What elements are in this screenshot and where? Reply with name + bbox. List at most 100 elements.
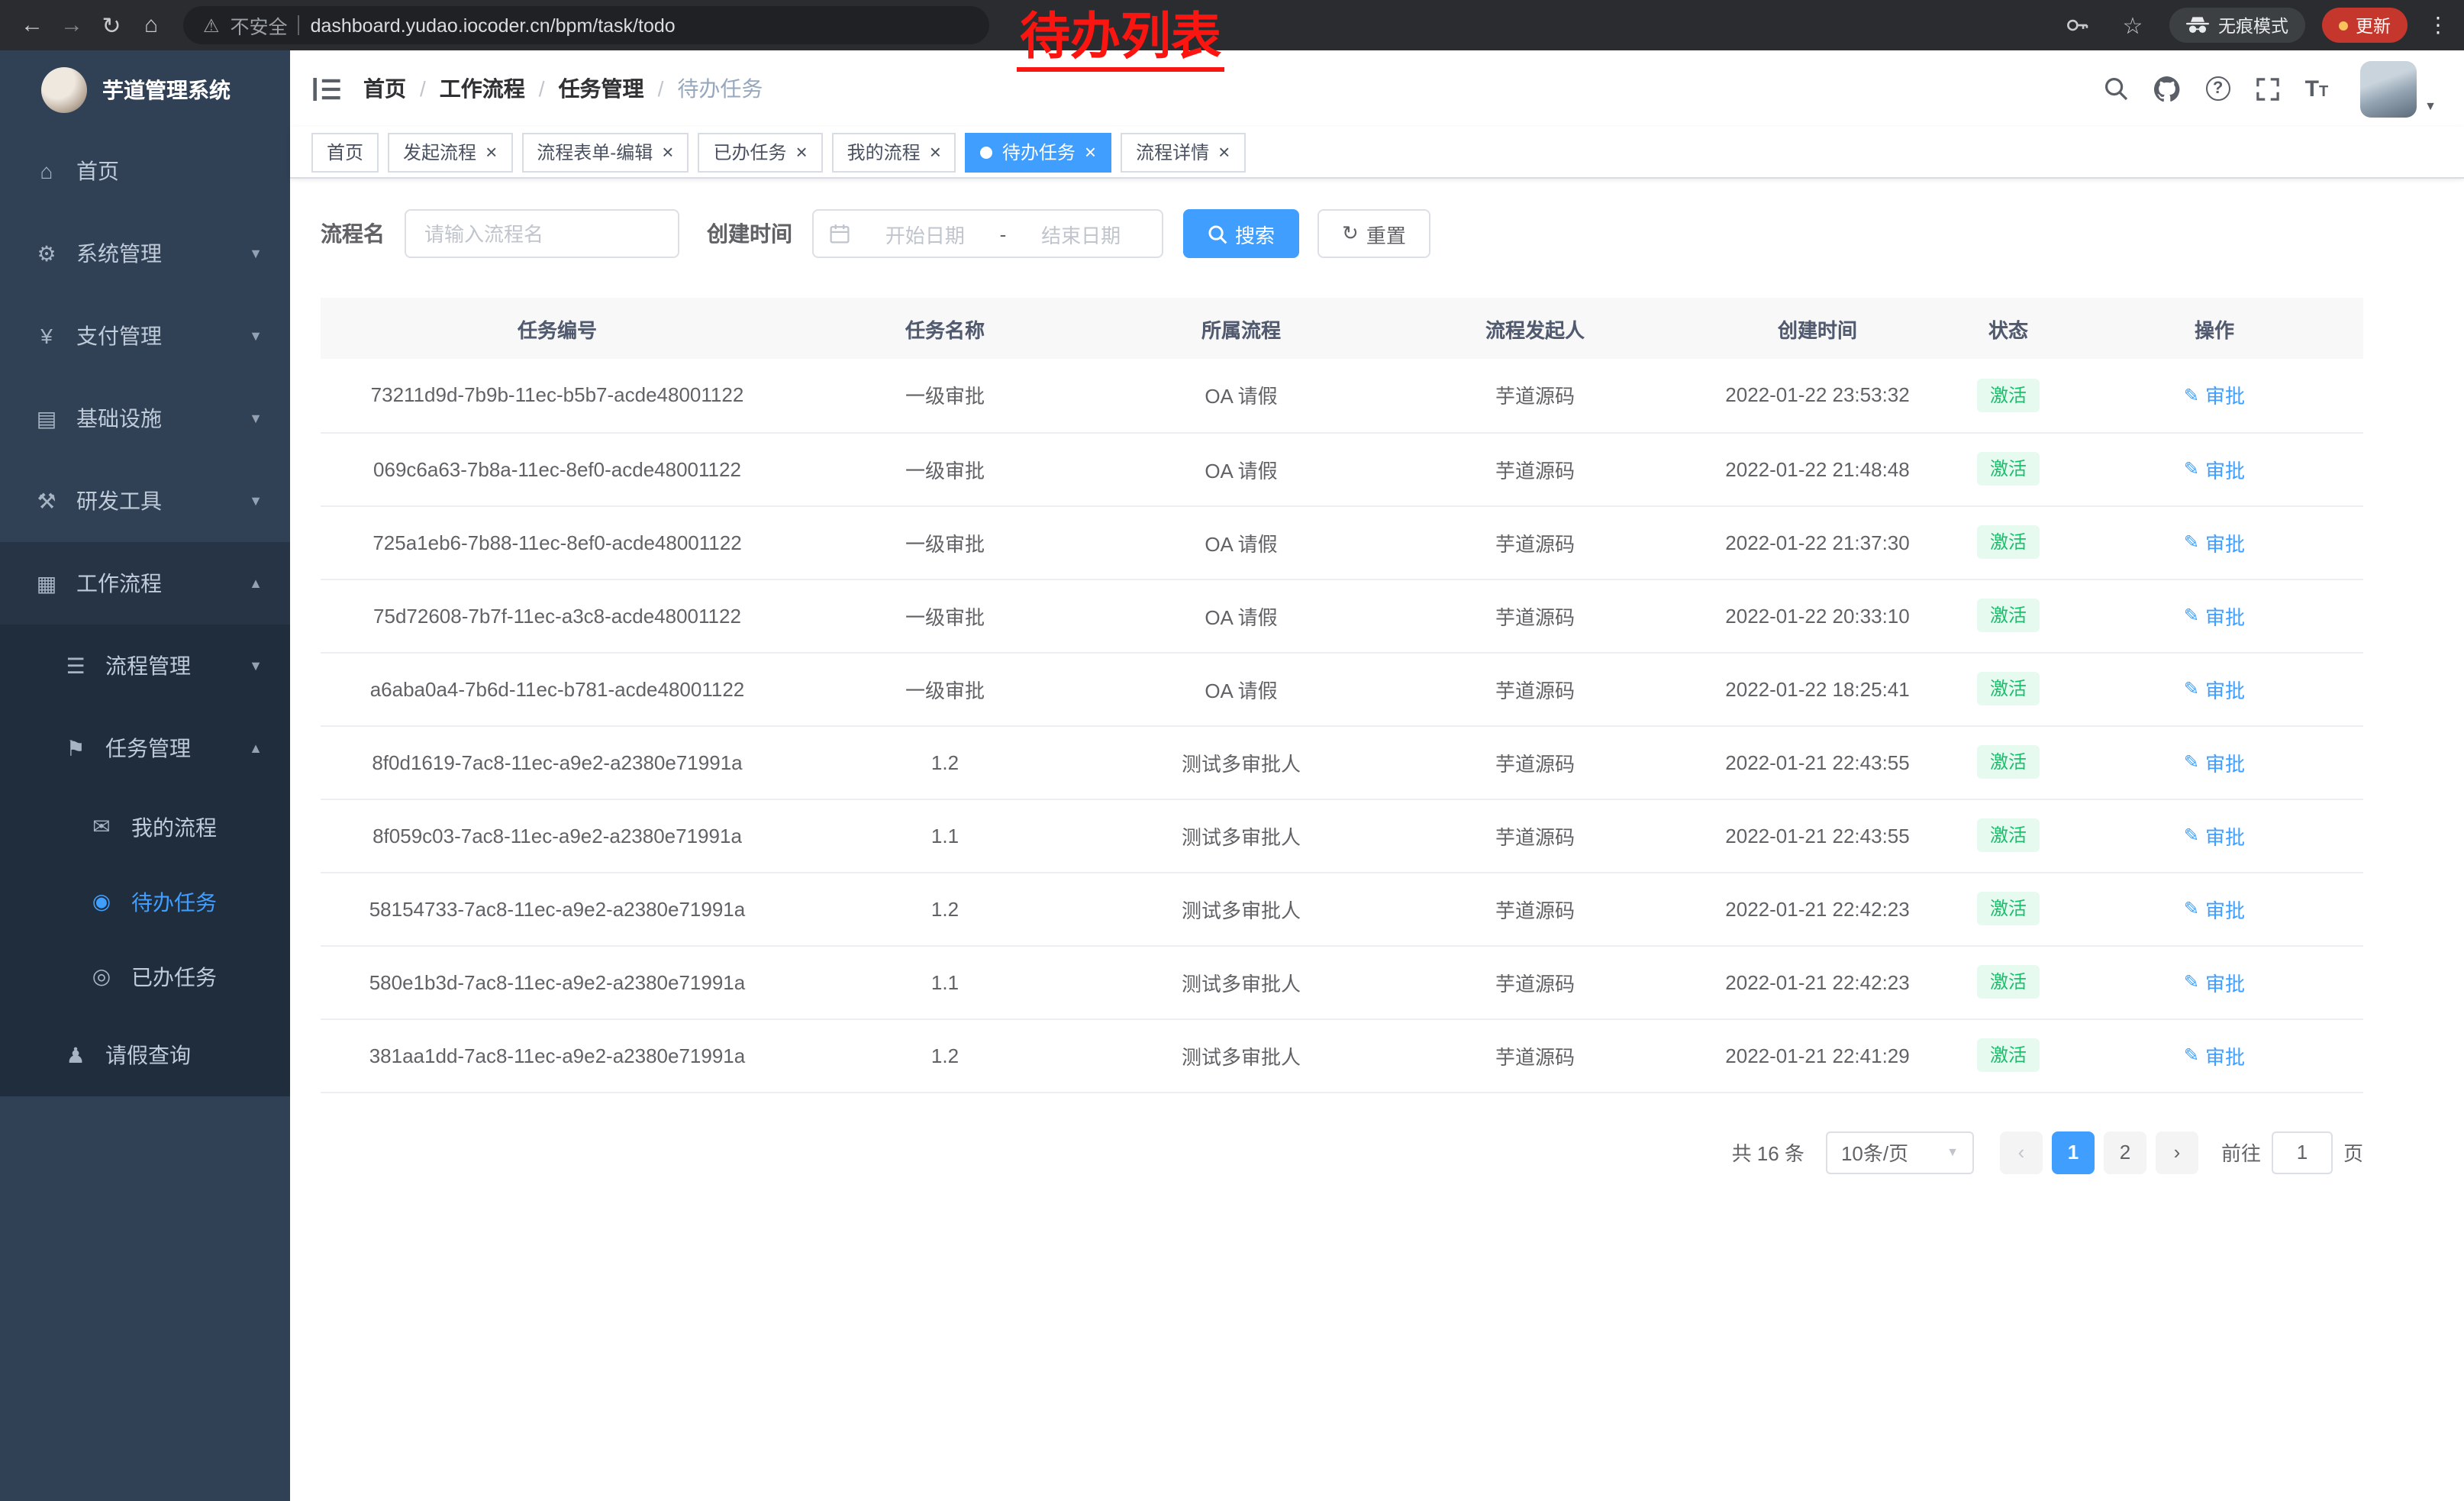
todo-table: 任务编号任务名称所属流程流程发起人创建时间状态操作 73211d9d-7b9b-…: [321, 298, 2363, 1093]
browser-forward-button[interactable]: →: [52, 5, 92, 45]
browser-home-button[interactable]: ⌂: [131, 5, 171, 45]
date-range-picker[interactable]: 开始日期 - 结束日期: [812, 209, 1163, 258]
sidebar-collapse-button[interactable]: [313, 77, 340, 100]
tab-process-detail[interactable]: 流程详情×: [1121, 132, 1245, 172]
sidebar-item-todo-task[interactable]: ◉ 待办任务: [0, 864, 290, 939]
calendar-icon: [829, 223, 850, 244]
table-row: 381aa1dd-7ac8-11ec-a9e2-a2380e71991a1.2测…: [321, 1018, 2363, 1092]
table-row: 8f0d1619-7ac8-11ec-a9e2-a2380e71991a1.2测…: [321, 725, 2363, 799]
tab-start-process[interactable]: 发起流程×: [388, 132, 512, 172]
sidebar-item-home[interactable]: ⌂首页: [0, 130, 290, 212]
sidebar-item-workflow[interactable]: ▦工作流程▲: [0, 542, 290, 625]
browser-reload-button[interactable]: ↻: [92, 5, 131, 45]
task-id-cell: 73211d9d-7b9b-11ec-b5b7-acde48001122: [321, 359, 794, 432]
github-icon[interactable]: [2154, 76, 2180, 102]
approve-label: 审批: [2205, 674, 2245, 703]
approve-button[interactable]: ✎ 审批: [2184, 674, 2245, 703]
sidebar-item-infrastructure[interactable]: ▤基础设施▼: [0, 377, 290, 460]
table-row: 580e1b3d-7ac8-11ec-a9e2-a2380e71991a1.1测…: [321, 945, 2363, 1018]
password-key-icon[interactable]: [2056, 5, 2096, 45]
sidebar-item-leave-query[interactable]: ♟请假查询: [0, 1014, 290, 1096]
tab-my-process[interactable]: 我的流程×: [832, 132, 956, 172]
initiator-cell: 芋道源码: [1386, 432, 1684, 505]
tab-close-icon[interactable]: ×: [1218, 142, 1230, 162]
tab-form-edit[interactable]: 流程表单-编辑×: [521, 132, 689, 172]
tab-label: 已办任务: [713, 139, 786, 165]
sidebar-item-system[interactable]: ⚙系统管理▼: [0, 212, 290, 295]
browser-back-button[interactable]: ←: [12, 5, 52, 45]
tab-todo-task[interactable]: 待办任务 ×: [966, 132, 1111, 172]
breadcrumb-item[interactable]: 任务管理: [559, 73, 644, 104]
approve-button[interactable]: ✎审批: [2184, 747, 2245, 776]
tab-close-icon[interactable]: ×: [795, 142, 807, 162]
status-badge: 激活: [1978, 1038, 2039, 1072]
action-cell: ✎审批: [2066, 505, 2363, 579]
chevron-down-icon: ▼: [249, 493, 263, 508]
goto-page-input[interactable]: [2272, 1131, 2333, 1173]
status-cell: 激活: [1951, 799, 2066, 872]
tab-close-icon[interactable]: ×: [1085, 142, 1096, 162]
fullscreen-icon[interactable]: [2256, 77, 2279, 100]
edit-icon: ✎: [2184, 458, 2199, 479]
address-bar[interactable]: ⚠ 不安全 dashboard.yudao.iocoder.cn/bpm/tas…: [183, 6, 989, 44]
prev-page-button[interactable]: ‹: [2000, 1131, 2043, 1173]
tab-close-icon[interactable]: ×: [485, 142, 497, 162]
edit-icon: ✎: [2184, 825, 2199, 846]
approve-button[interactable]: ✎审批: [2184, 821, 2245, 850]
tab-done-task[interactable]: 已办任务 ×: [698, 132, 822, 172]
search-button-label: 搜索: [1235, 219, 1275, 248]
process-cell: OA 请假: [1096, 505, 1386, 579]
app-logo[interactable]: 芋道管理系统: [0, 50, 290, 130]
sidebar-item-label: 待办任务: [131, 886, 263, 917]
bookmark-star-icon[interactable]: ☆: [2113, 5, 2153, 45]
approve-button[interactable]: ✎审批: [2184, 967, 2245, 996]
sidebar-item-payment[interactable]: ¥支付管理▼: [0, 295, 290, 377]
approve-button[interactable]: ✎审批: [2184, 381, 2245, 410]
tab-close-icon[interactable]: ×: [662, 142, 673, 162]
browser-menu-icon[interactable]: ⋮: [2427, 12, 2449, 38]
task-name-cell: 一级审批: [794, 505, 1096, 579]
breadcrumb-item[interactable]: 工作流程: [440, 73, 525, 104]
eye-icon: ◉: [89, 889, 114, 915]
search-icon[interactable]: [2104, 76, 2128, 101]
avatar[interactable]: [2360, 60, 2417, 117]
breadcrumb-item[interactable]: 首页: [363, 73, 406, 104]
approve-button[interactable]: ✎审批: [2184, 1041, 2245, 1070]
tab-close-icon[interactable]: ×: [930, 142, 941, 162]
sidebar-item-done-task[interactable]: ◎已办任务: [0, 939, 290, 1014]
tab-label: 待办任务: [1002, 139, 1076, 165]
page-button-2[interactable]: 2: [2104, 1131, 2146, 1173]
approve-button[interactable]: ✎审批: [2184, 528, 2245, 557]
reset-button[interactable]: ↻ 重置: [1317, 209, 1430, 258]
edit-icon: ✎: [2184, 678, 2199, 699]
user-menu[interactable]: ▼: [2360, 60, 2437, 117]
help-icon[interactable]: ?: [2206, 76, 2230, 101]
sidebar-item-dev-tools[interactable]: ⚒研发工具▼: [0, 460, 290, 542]
edit-icon: ✎: [2184, 898, 2199, 919]
page-size-select[interactable]: 10条/页 ▼: [1826, 1131, 1974, 1173]
approve-button[interactable]: ✎审批: [2184, 894, 2245, 923]
created-time-cell: 2022-01-21 22:43:55: [1684, 725, 1951, 799]
process-name-input[interactable]: [405, 209, 679, 258]
task-name-cell: 1.1: [794, 945, 1096, 1018]
action-cell: ✎审批: [2066, 359, 2363, 432]
font-size-icon[interactable]: TT: [2305, 77, 2329, 100]
divider: [298, 15, 300, 35]
status-badge: 激活: [1978, 892, 2039, 925]
sidebar-item-task-mgmt[interactable]: ⚑任务管理▲: [0, 707, 290, 789]
sidebar-item-my-process[interactable]: ✉我的流程: [0, 789, 290, 864]
page-button-1[interactable]: 1: [2052, 1131, 2095, 1173]
sidebar-item-process-mgmt[interactable]: ☰流程管理▼: [0, 625, 290, 707]
approve-button[interactable]: ✎审批: [2184, 454, 2245, 483]
action-cell: ✎审批: [2066, 432, 2363, 505]
next-page-button[interactable]: ›: [2156, 1131, 2198, 1173]
chevron-down-icon: ▼: [249, 246, 263, 261]
process-cell: 测试多审批人: [1096, 1018, 1386, 1092]
update-button[interactable]: 更新: [2322, 8, 2408, 43]
goto-page: 前往 页: [2221, 1131, 2363, 1173]
sidebar-item-label: 基础设施: [76, 403, 249, 434]
search-button[interactable]: 搜索: [1183, 209, 1299, 258]
initiator-cell: 芋道源码: [1386, 505, 1684, 579]
tab-home[interactable]: 首页: [311, 132, 379, 172]
approve-button[interactable]: ✎审批: [2184, 601, 2245, 630]
